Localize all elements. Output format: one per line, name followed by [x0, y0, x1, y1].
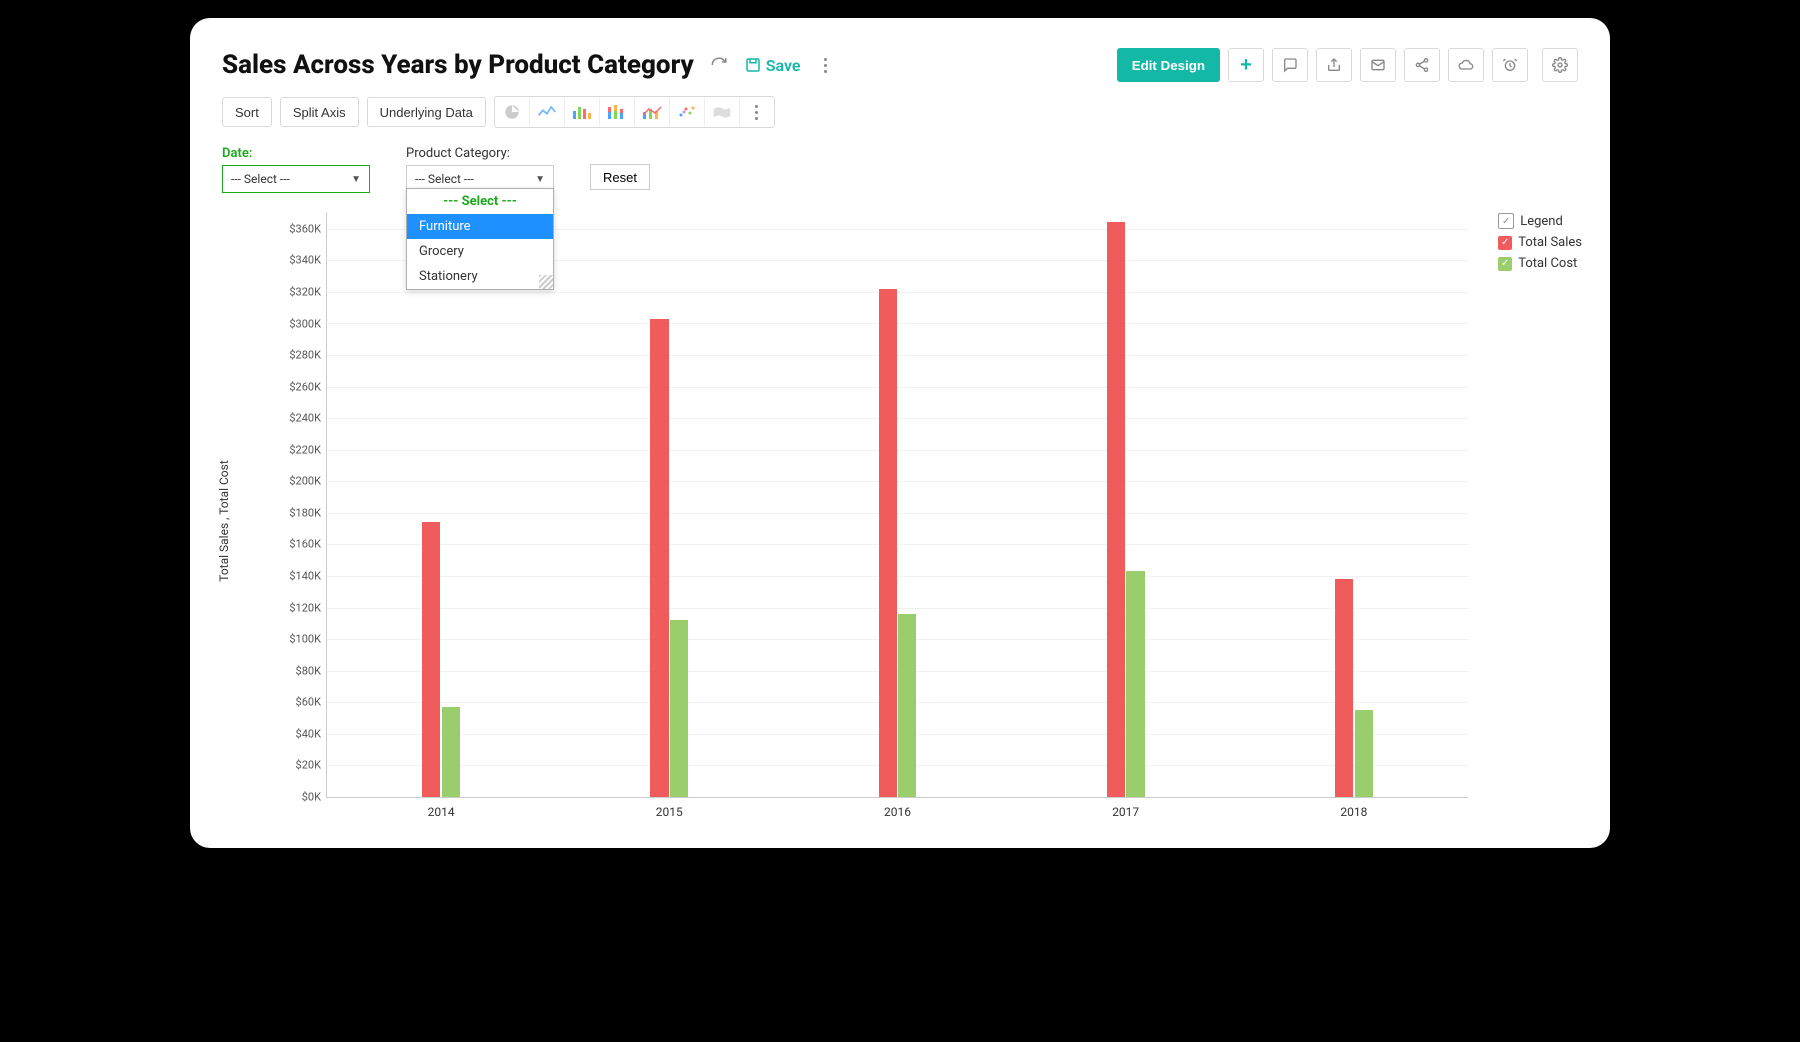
underlying-data-button[interactable]: Underlying Data [367, 97, 486, 127]
filter-date: Date: --- Select --- ▼ [222, 146, 370, 193]
cloud-icon[interactable] [1448, 48, 1484, 82]
legend-toggle[interactable]: ✓Legend [1498, 213, 1582, 229]
y-tick: $220K [269, 443, 321, 456]
bar-total-cost[interactable] [442, 707, 460, 797]
save-button[interactable]: Save [744, 56, 801, 75]
chart-type-group [494, 96, 775, 128]
add-button[interactable]: + [1228, 48, 1264, 82]
save-label: Save [766, 56, 801, 75]
y-tick: $140K [269, 570, 321, 583]
y-tick: $120K [269, 601, 321, 614]
legend-item-cost[interactable]: ✓Total Cost [1498, 256, 1582, 271]
share-icon[interactable] [1404, 48, 1440, 82]
edit-design-button[interactable]: Edit Design [1117, 48, 1220, 82]
chevron-down-icon: ▼ [351, 174, 361, 185]
dropdown-item-stationery[interactable]: Stationery [407, 264, 553, 289]
y-tick: $60K [269, 696, 321, 709]
x-tick: 2017 [1012, 805, 1240, 819]
more-charts-icon[interactable] [740, 98, 774, 126]
bar-total-sales[interactable] [650, 319, 668, 797]
category-2017: 2017 [1012, 213, 1240, 797]
page-title: Sales Across Years by Product Category [222, 50, 694, 80]
header-actions: Edit Design + [1117, 48, 1578, 82]
y-tick: $20K [269, 759, 321, 772]
y-tick: $0K [269, 791, 321, 804]
filter-category: Product Category: --- Select --- ▼ [406, 146, 554, 193]
dropdown-item-furniture[interactable]: Furniture [407, 214, 553, 239]
category-label: Product Category: [406, 146, 554, 161]
line-chart-icon[interactable] [530, 98, 565, 126]
sort-button[interactable]: Sort [222, 97, 272, 127]
alarm-icon[interactable] [1492, 48, 1528, 82]
bar-total-sales[interactable] [879, 289, 897, 797]
bar-total-sales[interactable] [1107, 222, 1125, 797]
y-tick: $360K [269, 222, 321, 235]
y-tick: $260K [269, 380, 321, 393]
x-tick: 2014 [327, 805, 555, 819]
y-tick: $300K [269, 317, 321, 330]
legend-item-sales[interactable]: ✓Total Sales [1498, 235, 1582, 250]
date-select[interactable]: --- Select --- ▼ [222, 165, 370, 193]
mail-icon[interactable] [1360, 48, 1396, 82]
combo-chart-icon[interactable] [635, 98, 670, 126]
scatter-chart-icon[interactable] [670, 98, 705, 126]
bar-chart-icon[interactable] [565, 98, 600, 126]
bar-total-cost[interactable] [670, 620, 688, 797]
gear-icon[interactable] [1542, 48, 1578, 82]
x-tick: 2015 [555, 805, 783, 819]
toolbar: Sort Split Axis Underlying Data [222, 96, 1578, 128]
category-2015: 2015 [555, 213, 783, 797]
bar-total-cost[interactable] [1126, 571, 1144, 797]
bar-total-sales[interactable] [422, 522, 440, 797]
y-tick: $280K [269, 349, 321, 362]
chart-area: Total Sales , Total Cost ✓Legend ✓Total … [230, 213, 1578, 828]
pie-chart-icon[interactable] [495, 98, 530, 126]
reset-button[interactable]: Reset [590, 164, 650, 190]
date-select-value: --- Select --- [231, 172, 290, 186]
map-chart-icon[interactable] [705, 98, 740, 126]
bar-total-cost[interactable] [898, 614, 916, 797]
y-tick: $320K [269, 285, 321, 298]
date-label: Date: [222, 146, 370, 161]
header: Sales Across Years by Product Category S… [222, 48, 1578, 82]
category-dropdown: --- Select --- Furniture Grocery Station… [406, 188, 554, 290]
export-icon[interactable] [1316, 48, 1352, 82]
y-tick: $160K [269, 538, 321, 551]
y-tick: $180K [269, 506, 321, 519]
more-icon[interactable] [815, 54, 837, 76]
refresh-icon[interactable] [708, 54, 730, 76]
report-window: Sales Across Years by Product Category S… [190, 18, 1610, 848]
x-tick: 2018 [1240, 805, 1468, 819]
y-tick: $200K [269, 475, 321, 488]
y-tick: $40K [269, 727, 321, 740]
y-tick: $240K [269, 412, 321, 425]
category-select-value: --- Select --- [415, 172, 474, 186]
dropdown-item-select[interactable]: --- Select --- [407, 189, 553, 214]
dropdown-item-grocery[interactable]: Grocery [407, 239, 553, 264]
x-tick: 2016 [783, 805, 1011, 819]
y-tick: $80K [269, 664, 321, 677]
bar-total-sales[interactable] [1335, 579, 1353, 797]
y-axis-label: Total Sales , Total Cost [217, 460, 231, 582]
chevron-down-icon: ▼ [535, 174, 545, 185]
category-2018: 2018 [1240, 213, 1468, 797]
y-tick: $100K [269, 633, 321, 646]
split-axis-button[interactable]: Split Axis [280, 97, 359, 127]
category-2014: 2014 [327, 213, 555, 797]
plot: $0K$20K$40K$60K$80K$100K$120K$140K$160K$… [326, 213, 1468, 798]
legend: ✓Legend ✓Total Sales ✓Total Cost [1498, 213, 1582, 277]
filters: Date: --- Select --- ▼ Product Category:… [222, 146, 1578, 193]
stacked-bar-icon[interactable] [600, 98, 635, 126]
resize-grip-icon[interactable] [539, 275, 553, 289]
bar-total-cost[interactable] [1355, 710, 1373, 797]
comment-icon[interactable] [1272, 48, 1308, 82]
y-tick: $340K [269, 254, 321, 267]
category-2016: 2016 [783, 213, 1011, 797]
